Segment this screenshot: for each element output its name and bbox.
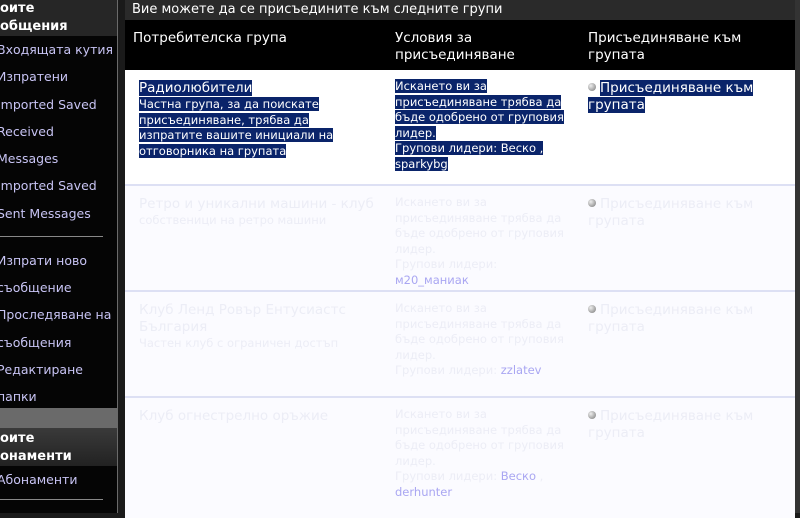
divider — [0, 236, 103, 238]
group-description: Частен клуб с ограничен достъп — [139, 336, 339, 350]
group-name: Клуб Ленд Ровър Ентусиастс България — [139, 302, 346, 335]
group-name: Ретро и уникални машини - клуб — [139, 196, 374, 212]
join-group-link[interactable]: Присъединяване към групата — [588, 196, 753, 229]
sidebar-item-sent-messages[interactable]: Sent Messages — [0, 200, 117, 227]
join-group-link[interactable]: Присъединяване към групата — [588, 80, 754, 113]
group-leader-link[interactable]: derhunter — [395, 485, 452, 499]
sidebar-item-track-messages-2[interactable]: съобщения — [0, 329, 117, 356]
sidebar: оите общения Входящата кутия Изпратени I… — [0, 0, 118, 513]
table-header: Потребителска група Условия за присъедин… — [125, 20, 795, 70]
join-condition: Искането ви за присъединяване трябва да … — [395, 301, 564, 362]
subscriptions-panel-title: оите онаменти — [0, 428, 117, 466]
subscriptions-panel: оите онаменти Абонаменти — [0, 428, 117, 513]
table-row: Ретро и уникални машини - клуб собствени… — [125, 186, 795, 292]
leaders-label: Групови лидери: — [395, 363, 498, 377]
messages-panel-title: оите общения — [0, 0, 117, 36]
group-name: Клуб огнестрелно оръжие — [139, 408, 329, 424]
sidebar-item-messages[interactable]: Messages — [0, 145, 117, 172]
radio-icon[interactable] — [588, 83, 596, 91]
sidebar-item-imported-saved[interactable]: Imported Saved — [0, 91, 117, 118]
join-group-link[interactable]: Присъединяване към групата — [588, 302, 753, 335]
sidebar-item-subscriptions[interactable]: Абонаменти — [0, 466, 117, 493]
sidebar-item-inbox[interactable]: Входящата кутия — [0, 36, 117, 63]
join-condition: Искането ви за присъединяване трябва да … — [395, 407, 564, 468]
leaders-label: Групови лидери: — [395, 257, 498, 271]
header-join: Присъединяване към групата — [588, 30, 742, 63]
scrollbar-edge — [795, 0, 800, 513]
header-conditions: Условия за присъединяване — [395, 30, 515, 63]
messages-panel: оите общения Входящата кутия Изпратени I… — [0, 0, 117, 408]
group-leader-link[interactable]: м20_маниак — [395, 273, 469, 287]
groups-panel: Вие можете да се присъедините към следни… — [125, 0, 795, 518]
leaders-label: Групови лидери: — [395, 141, 498, 155]
sidebar-item-imported-saved-2[interactable]: Imported Saved — [0, 172, 117, 199]
sidebar-item-sent[interactable]: Изпратени — [0, 63, 117, 90]
page-title: Вие можете да се присъедините към следни… — [125, 0, 795, 20]
group-name: Радиолюбители — [139, 80, 253, 96]
radio-icon[interactable] — [588, 305, 596, 313]
sidebar-item-edit-folders-2[interactable]: папки — [0, 383, 117, 410]
sidebar-item-track-messages[interactable]: Проследяване на — [0, 301, 117, 328]
group-description: Частна група, за да поискате присъединяв… — [139, 97, 334, 158]
table-row: Радиолюбители Частна група, за да поиска… — [125, 70, 795, 186]
radio-icon[interactable] — [588, 411, 596, 419]
join-condition: Искането ви за присъединяване трябва да … — [395, 195, 564, 256]
join-condition: Искането ви за присъединяване трябва да … — [395, 79, 564, 140]
join-group-link[interactable]: Присъединяване към групата — [588, 408, 753, 441]
divider — [0, 499, 103, 501]
radio-icon[interactable] — [588, 199, 596, 207]
leaders-label: Групови лидери: — [395, 469, 498, 483]
group-leader-link[interactable]: Веско — [501, 469, 536, 483]
table-row: Клуб огнестрелно оръжие Искането ви за п… — [125, 398, 795, 518]
sidebar-item-edit-folders[interactable]: Редактиране — [0, 356, 117, 383]
group-description: собственици на ретро машини — [139, 213, 327, 227]
header-group: Потребителска група — [133, 30, 287, 46]
sidebar-item-new-message-2[interactable]: съобщение — [0, 274, 117, 301]
sidebar-item-received[interactable]: Received — [0, 118, 117, 145]
table-row: Клуб Ленд Ровър Ентусиастс България Част… — [125, 292, 795, 398]
group-leader-link[interactable]: zzlatev — [501, 363, 542, 377]
sidebar-item-new-message[interactable]: Изпрати ново — [0, 247, 117, 274]
